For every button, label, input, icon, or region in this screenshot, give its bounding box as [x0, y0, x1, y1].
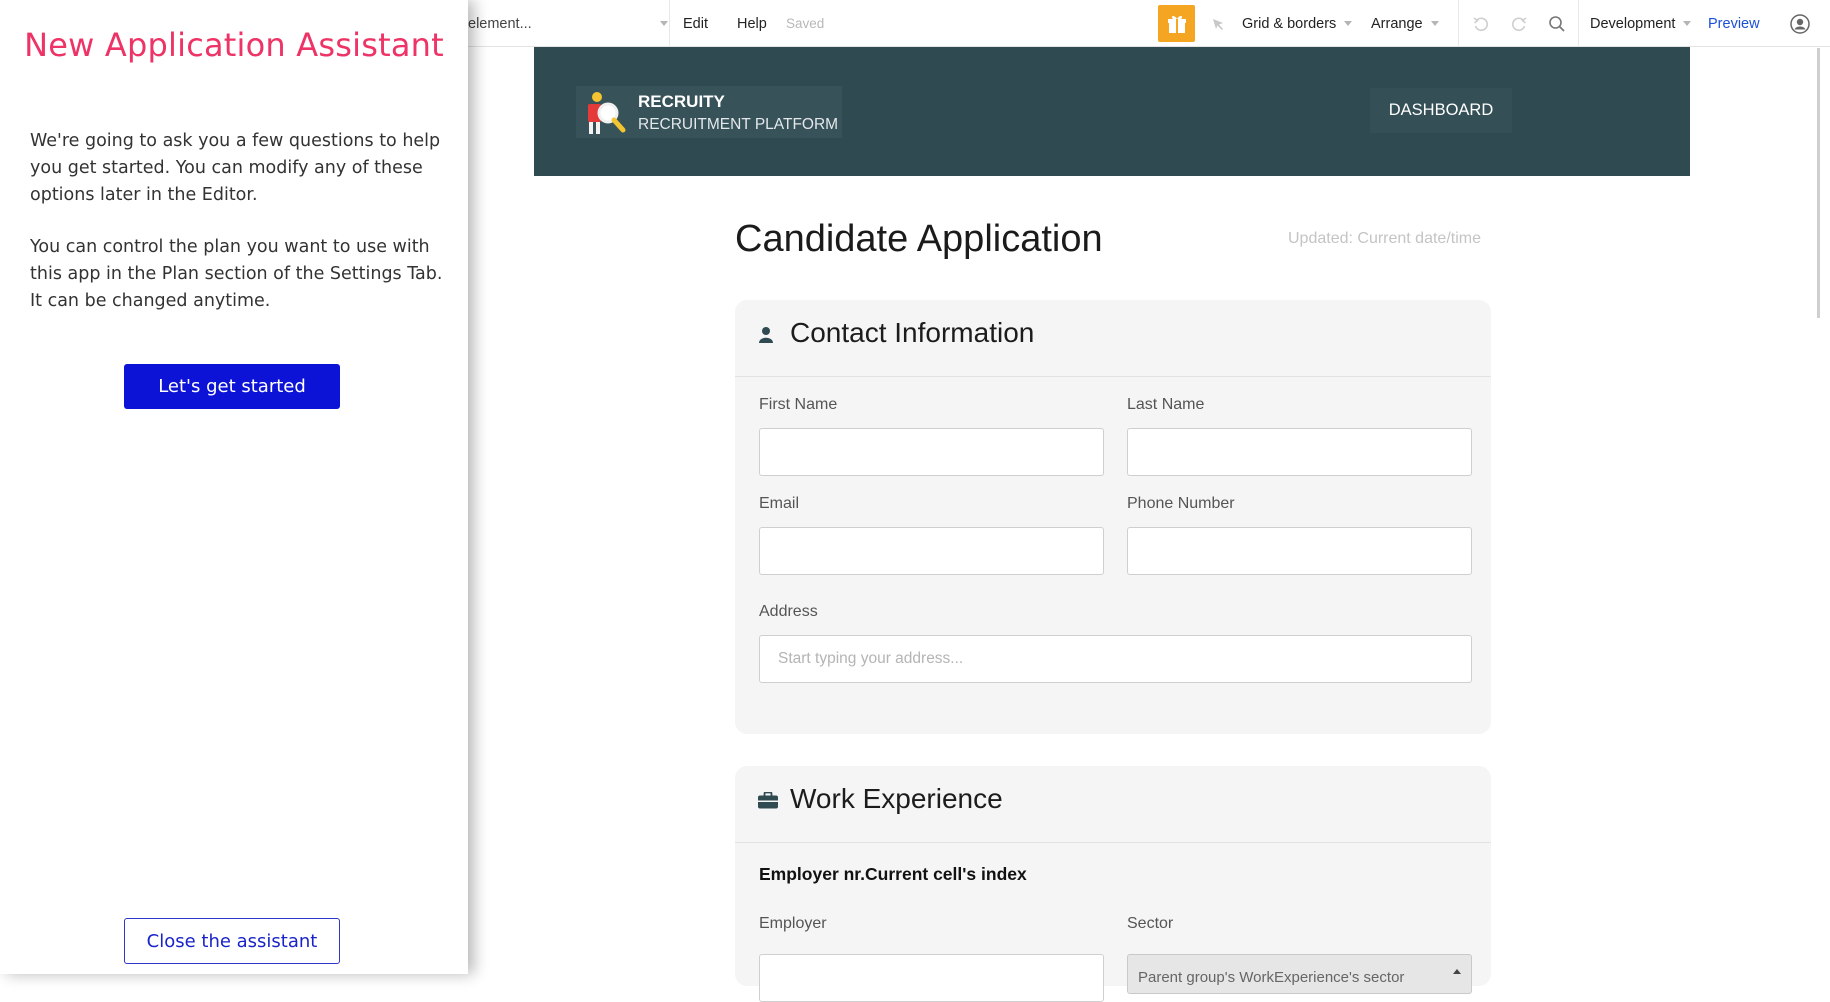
edit-menu[interactable]: Edit	[683, 0, 708, 47]
assistant-intro-text: We're going to ask you a few questions t…	[30, 131, 441, 205]
pointer-icon	[1213, 18, 1223, 30]
dashboard-nav-button[interactable]: DASHBOARD	[1370, 88, 1512, 133]
environment-dropdown[interactable]: Development	[1590, 0, 1692, 47]
employer-input[interactable]	[759, 954, 1104, 1002]
briefcase-icon	[758, 792, 778, 809]
first-name-label: First Name	[759, 396, 838, 413]
undo-icon	[1473, 16, 1489, 31]
updated-timestamp: Updated: Current date/time	[1288, 230, 1481, 247]
assistant-plan-text: You can control the plan you want to use…	[30, 237, 443, 311]
preview-link[interactable]: Preview	[1708, 0, 1760, 47]
arrange-menu[interactable]: Arrange	[1371, 0, 1439, 47]
chevron-up-icon	[1453, 969, 1461, 974]
address-label: Address	[759, 603, 818, 620]
brand-block[interactable]: RECRUITY RECRUITMENT PLATFORM	[576, 86, 842, 138]
assistant-title: New Application Assistant	[24, 26, 444, 64]
toolbar-divider	[1578, 0, 1579, 47]
work-card-header: Work Experience	[735, 766, 1491, 843]
chevron-down-icon	[1344, 21, 1353, 26]
first-name-input[interactable]	[759, 428, 1104, 476]
employer-label: Employer	[759, 915, 827, 932]
person-icon	[759, 327, 773, 343]
chevron-down-icon	[660, 21, 668, 26]
sector-select-value: Parent group's WorkExperience's sector	[1138, 969, 1405, 986]
phone-label: Phone Number	[1127, 495, 1235, 512]
search-button[interactable]	[1548, 0, 1566, 47]
undo-button[interactable]	[1472, 0, 1490, 47]
sector-label: Sector	[1127, 915, 1174, 932]
editor-toolbar: element... Edit Help Saved Grid & border…	[468, 0, 1830, 47]
canvas-scrollbar[interactable]	[1817, 48, 1820, 318]
get-started-button[interactable]: Let's get started	[124, 364, 340, 409]
arrange-label: Arrange	[1371, 15, 1423, 32]
chevron-down-icon	[1430, 21, 1439, 26]
phone-input[interactable]	[1127, 527, 1472, 575]
brand-name: RECRUITY	[638, 92, 725, 111]
pointer-tool[interactable]	[1210, 0, 1226, 47]
page-title: Candidate Application	[735, 218, 1103, 260]
close-assistant-button[interactable]: Close the assistant	[124, 918, 340, 964]
grid-borders-menu[interactable]: Grid & borders	[1242, 0, 1353, 47]
brand-subtitle: RECRUITMENT PLATFORM	[638, 116, 839, 133]
contact-card-title: Contact Information	[790, 317, 1035, 348]
element-search-text: element...	[468, 15, 532, 32]
last-name-input[interactable]	[1127, 428, 1472, 476]
contact-information-card: Contact Information First Name Last Name…	[735, 300, 1491, 734]
user-icon	[1790, 13, 1810, 34]
email-label: Email	[759, 495, 800, 512]
assistant-panel: New Application Assistant We're going to…	[0, 0, 468, 974]
saved-status: Saved	[786, 16, 825, 31]
gift-icon	[1167, 15, 1186, 33]
recruiter-logo-icon	[588, 92, 626, 134]
last-name-label: Last Name	[1127, 396, 1205, 413]
employer-heading: Employer nr.Current cell's index	[759, 864, 1027, 884]
toolbar-divider	[1458, 0, 1459, 47]
account-button[interactable]	[1790, 0, 1810, 47]
contact-card-header: Contact Information	[735, 300, 1491, 377]
toolbar-divider	[669, 0, 670, 47]
work-card-title: Work Experience	[790, 783, 1003, 814]
chevron-down-icon	[1683, 21, 1692, 26]
address-input[interactable]	[759, 635, 1472, 683]
environment-label: Development	[1590, 15, 1676, 32]
redo-icon	[1511, 16, 1527, 31]
element-search-dropdown[interactable]: element...	[468, 0, 668, 47]
search-icon	[1549, 15, 1565, 32]
redo-button[interactable]	[1510, 0, 1528, 47]
gift-button[interactable]	[1158, 5, 1195, 42]
sector-select[interactable]: Parent group's WorkExperience's sector	[1127, 954, 1472, 994]
grid-borders-label: Grid & borders	[1242, 15, 1337, 32]
email-input[interactable]	[759, 527, 1104, 575]
help-menu[interactable]: Help	[737, 0, 767, 47]
work-experience-card: Work Experience Employer nr.Current cell…	[735, 766, 1491, 1002]
